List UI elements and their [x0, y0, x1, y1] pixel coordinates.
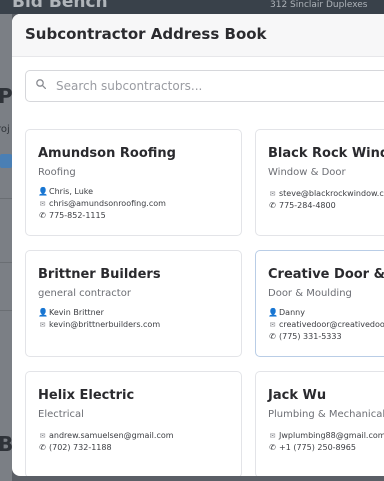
contact-phone[interactable]: 775-852-1115	[49, 211, 106, 220]
contact-email[interactable]: Jwplumbing88@gmail.com	[279, 431, 384, 440]
search-icon	[36, 79, 46, 89]
project-address: 312 Sinclair Duplexes	[270, 0, 368, 10]
contact-name: Chris, Luke	[49, 187, 94, 196]
phone-icon: ✆	[269, 201, 276, 210]
email-icon: ✉	[269, 190, 276, 198]
contact-email[interactable]: kevin@brittnerbuilders.com	[49, 320, 160, 329]
contact-line: 👤Danny	[268, 308, 305, 319]
background-label-fragment: roj	[0, 124, 10, 135]
contact-name: Kevin Brittner	[49, 308, 104, 317]
phone-line[interactable]: ✆ 775-852-1115	[38, 211, 106, 222]
modal-title: Subcontractor Address Book	[25, 25, 267, 43]
email-line[interactable]: ✉steve@blackrockwindow.com	[268, 189, 384, 200]
app-title: Bid Bench	[12, 0, 108, 12]
subcontractor-trade: Door & Moulding	[268, 288, 352, 299]
subcontractor-trade: Roofing	[38, 167, 76, 178]
phone-icon: ✆	[269, 443, 276, 452]
contact-phone[interactable]: (702) 732-1188	[49, 443, 112, 452]
contact-name: Danny	[279, 308, 305, 317]
phone-line[interactable]: ✆ (702) 732-1188	[38, 443, 112, 454]
subcontractor-card[interactable]: Amundson Roofing Roofing 👤Chris, Luke ✉ c…	[25, 129, 242, 236]
contact-email[interactable]: chris@amundsonroofing.com	[49, 199, 166, 208]
contact-line: 👤Kevin Brittner	[38, 308, 104, 319]
subcontractor-name: Black Rock Window & Door	[268, 146, 384, 161]
subcontractor-name: Amundson Roofing	[38, 146, 176, 161]
phone-icon: ✆	[269, 332, 276, 341]
contact-phone[interactable]: 775-284-4800	[279, 201, 336, 210]
subcontractor-trade: Window & Door	[268, 167, 346, 178]
contact-email[interactable]: creativedoor@creativedoor.com	[279, 320, 384, 329]
email-icon: ✉	[39, 321, 46, 329]
subcontractor-name: Jack Wu	[268, 388, 327, 403]
phone-line[interactable]: ✆ +1 (775) 250-8965	[268, 443, 356, 454]
contact-phone[interactable]: +1 (775) 250-8965	[279, 443, 356, 452]
contact-email[interactable]: andrew.samuelsen@gmail.com	[49, 431, 174, 440]
modal-header: Subcontractor Address Book	[12, 14, 384, 57]
background-divider	[0, 262, 12, 263]
email-line[interactable]: ✉ chris@amundsonroofing.com	[38, 199, 166, 210]
contact-line: 👤Chris, Luke	[38, 187, 93, 198]
email-icon: ✉	[39, 432, 46, 440]
subcontractor-name: Brittner Builders	[38, 267, 161, 282]
search-box[interactable]	[25, 70, 384, 102]
person-icon: 👤	[268, 308, 278, 317]
address-book-modal: Subcontractor Address Book Amundson Roof…	[12, 14, 384, 476]
subcontractor-card[interactable]: Black Rock Window & Door Window & Door ✉…	[255, 129, 384, 236]
subcontractor-trade: general contractor	[38, 288, 131, 299]
email-line[interactable]: ✉creativedoor@creativedoor.com	[268, 320, 384, 331]
person-icon: 👤	[38, 187, 48, 196]
email-icon: ✉	[39, 200, 46, 208]
background-divider	[0, 310, 12, 311]
app-header: Bid Bench 312 Sinclair Duplexes	[0, 0, 384, 14]
background-divider	[0, 198, 12, 199]
email-line[interactable]: ✉ Jwplumbing88@gmail.com	[268, 431, 384, 442]
subcontractor-card[interactable]: Jack Wu Plumbing & Mechanical ✉ Jwplumbin…	[255, 371, 384, 476]
phone-line[interactable]: ✆ 775-284-4800	[268, 201, 336, 212]
person-icon: 👤	[38, 308, 48, 317]
phone-icon: ✆	[39, 211, 46, 220]
email-line[interactable]: ✉ kevin@brittnerbuilders.com	[38, 320, 161, 331]
subcontractor-trade: Electrical	[38, 409, 84, 420]
subcontractor-card[interactable]: Creative Door & Moulding Door & Moulding…	[255, 250, 384, 357]
background-folder-icon	[0, 154, 12, 168]
contact-email[interactable]: steve@blackrockwindow.com	[279, 189, 384, 198]
email-line[interactable]: ✉ andrew.samuelsen@gmail.com	[38, 431, 174, 442]
subcontractor-name: Creative Door & Moulding	[268, 267, 384, 282]
subcontractor-card[interactable]: Helix Electric Electrical ✉ andrew.samuel…	[25, 371, 242, 476]
contact-phone[interactable]: (775) 331-5333	[279, 332, 342, 341]
email-icon: ✉	[269, 321, 276, 329]
subcontractor-name: Helix Electric	[38, 388, 135, 403]
subcontractor-card[interactable]: Brittner Builders general contractor 👤Ke…	[25, 250, 242, 357]
phone-icon: ✆	[39, 443, 46, 452]
phone-line[interactable]: ✆ (775) 331-5333	[268, 332, 342, 343]
subcontractor-trade: Plumbing & Mechanical	[268, 409, 384, 420]
search-input[interactable]	[56, 75, 356, 97]
email-icon: ✉	[269, 432, 276, 440]
